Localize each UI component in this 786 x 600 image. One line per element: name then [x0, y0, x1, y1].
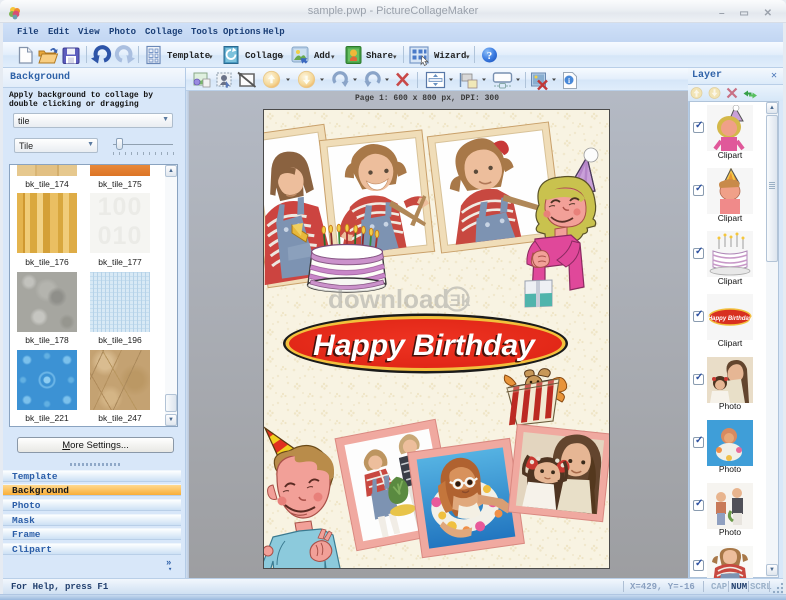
svg-text:Happy Birthday: Happy Birthday [313, 329, 536, 362]
svg-text:Ǝk: Ǝk [450, 291, 471, 310]
svg-text:Happy Birthday: Happy Birthday [708, 316, 753, 322]
svg-text:?: ? [487, 50, 493, 62]
svg-text:i: i [568, 76, 570, 85]
svg-text:download: download [328, 284, 449, 314]
